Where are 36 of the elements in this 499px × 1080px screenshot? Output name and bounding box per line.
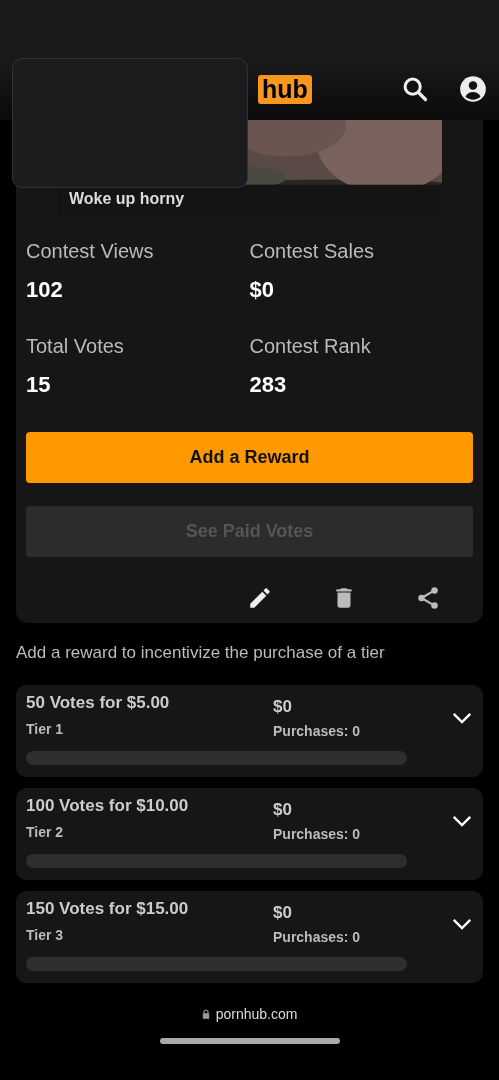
url-text: pornhub.com <box>215 1006 298 1022</box>
stat-value: $0 <box>249 277 275 303</box>
edit-icon[interactable] <box>247 585 273 611</box>
stat-label: Total Votes <box>26 335 125 358</box>
chevron-icon[interactable] <box>451 814 473 829</box>
tier-amount: $0 <box>273 903 293 923</box>
search-icon[interactable] <box>401 75 429 103</box>
tier-title: 150 Votes for $15.00 <box>26 899 190 919</box>
stat-label: Contest Sales <box>249 240 375 263</box>
tier-title: 50 Votes for $5.00 <box>26 693 171 713</box>
lock-icon <box>201 1009 210 1019</box>
purchase-count: Purchases: 0 <box>273 723 361 739</box>
tier-label: Tier 1 <box>26 721 65 737</box>
share-icon[interactable] <box>415 585 441 611</box>
tier-amount: $0 <box>273 800 293 820</box>
stat-value: 283 <box>249 372 288 398</box>
stat-label: Contest Views <box>26 240 155 263</box>
stat-value: 15 <box>26 372 52 398</box>
stat-label: Contest Rank <box>249 335 372 358</box>
add-reward-button[interactable]: Add a Reward <box>26 432 473 483</box>
tier-card[interactable]: 100 Votes for $10.00 Tier 2 $0 Purchases: 0 <box>16 788 483 880</box>
purchase-count: Purchases: 0 <box>273 929 361 945</box>
tier-card[interactable]: 150 Votes for $15.00 Tier 3 $0 Purchases: 0 <box>16 891 483 983</box>
tier-title: 100 Votes for $10.00 <box>26 796 190 816</box>
tier-label: Tier 3 <box>26 927 65 943</box>
tier-card[interactable]: 50 Votes for $5.00 Tier 1 $0 Purchases: 0 <box>16 685 483 777</box>
hint-text: Add a reward to incentivize the purchase of a tier <box>16 643 386 663</box>
entry-caption: Woke up horny <box>69 190 185 208</box>
chevron-icon[interactable] <box>451 711 473 726</box>
chevron-icon[interactable] <box>451 917 473 932</box>
tier-amount: $0 <box>273 697 293 717</box>
purchase-count: Purchases: 0 <box>273 826 361 842</box>
account-icon[interactable] <box>459 75 487 103</box>
stat-value: 102 <box>26 277 64 303</box>
logo-badge: hub <box>258 74 312 104</box>
tier-label: Tier 2 <box>26 824 65 840</box>
